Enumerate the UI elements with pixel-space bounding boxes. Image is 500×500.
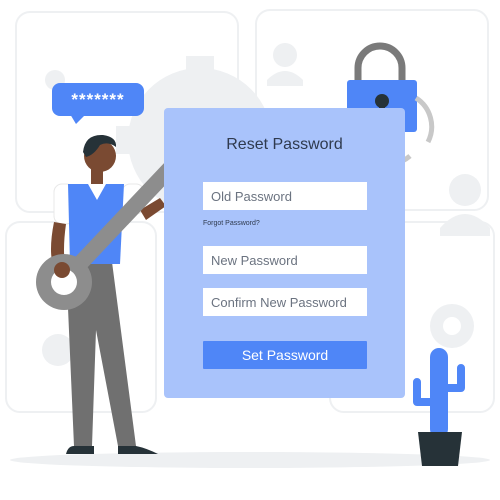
confirm-password-field[interactable] [203,288,367,316]
small-gear-left-icon [42,334,74,366]
user-silhouette-icon [267,43,303,86]
old-password-field[interactable] [203,182,367,210]
reset-password-illustration: ******* Reset Password Forgot Password? … [0,0,500,500]
forgot-password-link[interactable]: Forgot Password? [203,220,260,227]
set-password-button[interactable]: Set Password [203,341,367,369]
new-password-field[interactable] [203,246,367,274]
ground-shadow [10,452,490,468]
form-title: Reset Password [226,136,343,153]
small-gear-icon [430,304,474,348]
reset-password-card: Reset Password Forgot Password? Set Pass… [164,108,405,398]
user-silhouette-right-icon [440,174,490,236]
cactus-icon [413,348,465,466]
password-speech-bubble: ******* [52,83,144,116]
speech-bubble-tail [70,114,86,124]
